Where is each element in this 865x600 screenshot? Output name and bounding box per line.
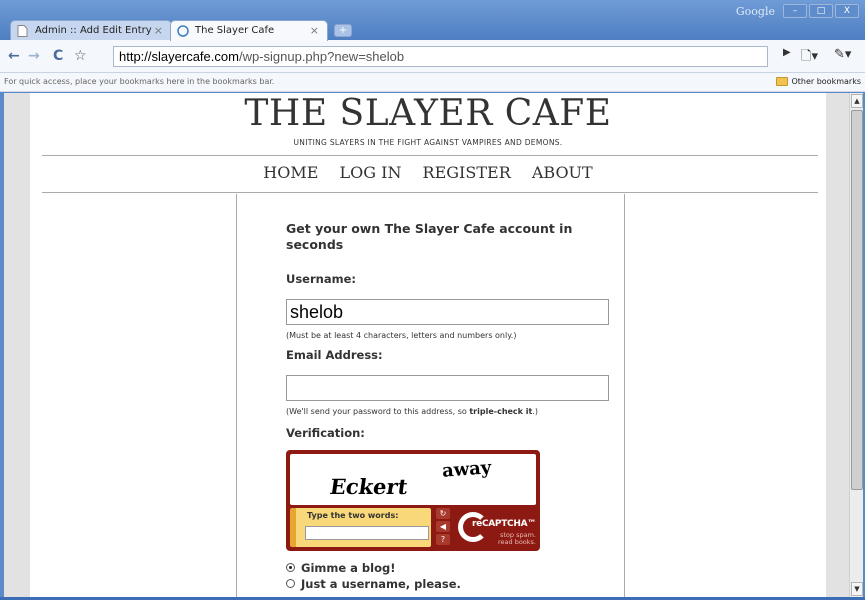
verification-label: Verification: [286,426,365,440]
play-icon[interactable]: ▶ [783,47,791,58]
address-bar[interactable]: http://slayercafe.com/wp-signup.php?new=… [113,46,768,67]
captcha-response-box: Type the two words: [290,508,431,547]
scrollbar-thumb[interactable] [851,110,863,490]
window-controls: – □ X [783,4,859,18]
url-path: /wp-signup.php?new=shelob [238,49,405,64]
captcha-word-2: away [441,457,492,482]
forward-arrow-icon[interactable]: → [28,48,40,64]
username-hint: (Must be at least 4 characters, letters … [286,331,517,340]
radio-selected-icon[interactable] [286,563,295,572]
page-content: THE SLAYER CAFE UNITING SLAYERS IN THE F… [30,93,826,597]
bookmarks-bar: For quick access, place your bookmarks h… [0,73,865,92]
page-menu-icon[interactable]: 🗋▾ [801,47,818,69]
recaptcha-logo: reCAPTCHA™ stop spam. read books. [458,510,538,546]
audio-icon[interactable]: ◀ [436,521,450,532]
close-window-button[interactable]: X [835,4,859,18]
page-viewport: THE SLAYER CAFE UNITING SLAYERS IN THE F… [4,93,849,597]
maximize-button[interactable]: □ [809,4,833,18]
site-title[interactable]: THE SLAYER CAFE [30,93,826,134]
signup-form: Get your own The Slayer Cafe account in … [286,221,616,591]
column-divider [624,194,625,597]
refresh-icon[interactable]: ↻ [436,508,450,519]
url-host: http://slayercafe.com [119,49,239,64]
radio-just-username[interactable]: Just a username, please. [286,577,461,591]
nav-log-in[interactable]: LOG IN [340,163,402,182]
close-tab-icon[interactable]: × [310,21,319,41]
site-tagline: UNITING SLAYERS IN THE FIGHT AGAINST VAM… [293,138,563,147]
captcha-word-1: Eckert [328,474,410,499]
reload-icon[interactable]: C [53,48,63,64]
scroll-down-arrow-icon[interactable]: ▼ [851,582,863,596]
title-bar: Admin :: Add Edit Entry Write × The Slay… [0,0,865,56]
tab-label: The Slayer Cafe [195,25,275,36]
captcha-prompt: Type the two words: [307,511,399,520]
minimize-button[interactable]: – [783,4,807,18]
captcha-input[interactable] [305,526,429,540]
folder-icon [776,77,789,86]
wordpress-icon [177,25,189,37]
main-nav: HOME LOG IN REGISTER ABOUT [30,163,826,182]
email-field[interactable] [286,375,609,401]
username-field[interactable]: shelob [286,299,609,325]
divider [42,192,818,193]
captcha-image: Eckert away [290,454,536,505]
other-bookmarks-button[interactable]: Other bookmarks [776,73,861,91]
email-label: Email Address: [286,348,383,362]
recaptcha-widget: Eckert away Type the two words: ↻ ◀ ? re… [286,450,540,551]
divider [42,155,818,156]
other-bookmarks-label: Other bookmarks [791,77,861,86]
username-label: Username: [286,272,356,286]
help-icon[interactable]: ? [436,534,450,545]
radio-gimme-blog[interactable]: Gimme a blog! [286,561,395,575]
scroll-up-arrow-icon[interactable]: ▲ [851,94,863,108]
column-divider [236,194,237,597]
page-icon [17,25,29,37]
wrench-icon[interactable]: ✎▾ [834,47,851,62]
back-arrow-icon[interactable]: ← [8,48,20,64]
captcha-controls: ↻ ◀ ? [436,508,452,547]
radio-unselected-icon[interactable] [286,579,295,588]
tab-admin[interactable]: Admin :: Add Edit Entry Write × [10,20,172,56]
nav-register[interactable]: REGISTER [423,163,511,182]
email-hint: (We'll send your password to this addres… [286,407,539,416]
vertical-scrollbar[interactable]: ▲ ▼ [849,93,863,597]
browser-window: Admin :: Add Edit Entry Write × The Slay… [0,0,865,600]
bookmarks-hint: For quick access, place your bookmarks h… [4,77,275,86]
toolbar: ← → C ☆ http://slayercafe.com/wp-signup.… [0,40,865,73]
form-heading: Get your own The Slayer Cafe account in … [286,221,573,252]
recaptcha-slogan: stop spam. read books. [497,531,536,546]
close-tab-icon[interactable]: × [154,21,163,41]
nav-about[interactable]: ABOUT [532,163,593,182]
nav-home[interactable]: HOME [263,163,318,182]
star-icon[interactable]: ☆ [74,48,87,64]
new-tab-button[interactable]: + [334,24,352,37]
recaptcha-brand: reCAPTCHA™ [472,519,536,529]
profile-label: Google [735,5,775,18]
tab-slayer-cafe[interactable]: The Slayer Cafe × [170,20,328,41]
